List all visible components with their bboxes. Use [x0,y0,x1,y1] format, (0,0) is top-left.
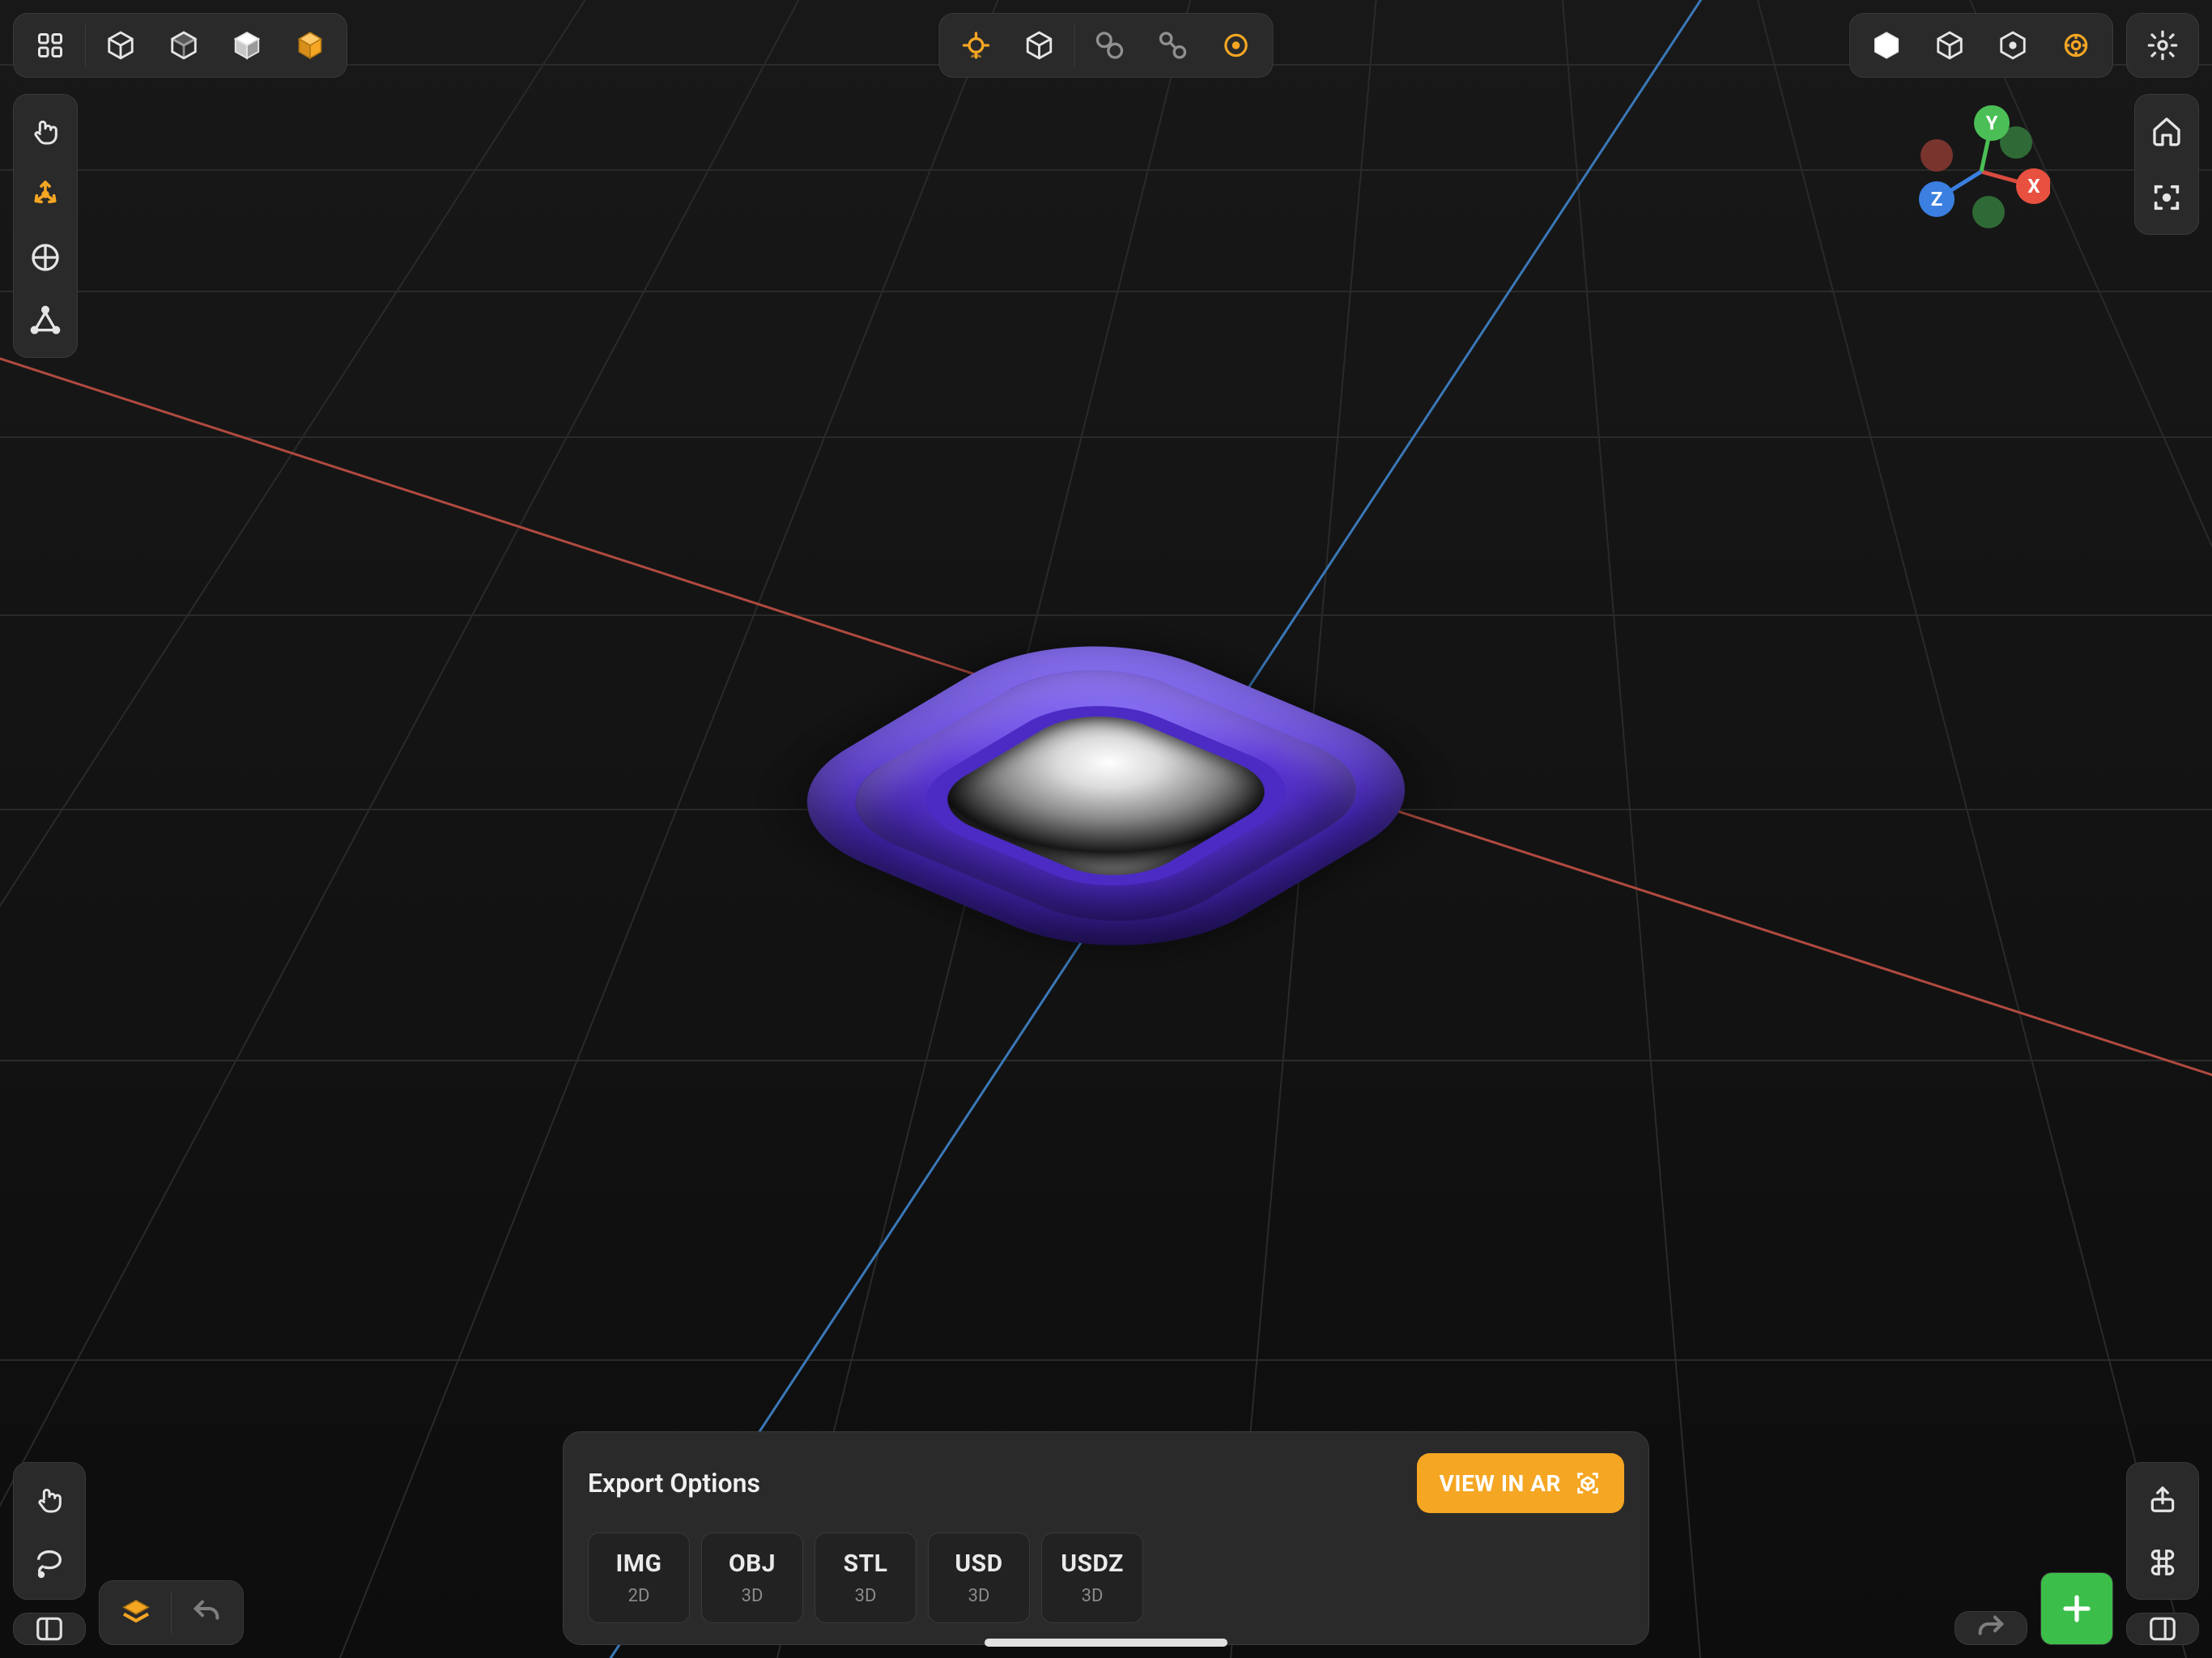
export-panel: Export Options VIEW IN AR IMG 2D OBJ 3D STL 3… [563,1431,1649,1645]
view-in-ar-label: VIEW IN AR [1440,1470,1561,1497]
gear-icon [2146,29,2179,62]
select-pivot-button[interactable] [1205,14,1268,77]
format-dim: 2D [628,1586,650,1606]
frame-view-button[interactable] [2135,166,2198,229]
export-format-obj[interactable]: OBJ 3D [701,1533,803,1623]
toolbar-left-tools [13,94,78,358]
axis-z-label: Z [1931,188,1943,210]
toolbar-shading-presets [1849,13,2113,78]
axis-gizmo[interactable]: X Y Z [1912,99,2050,236]
home-view-button[interactable] [2135,100,2198,163]
layers-button[interactable] [104,1581,168,1644]
viewport-3d[interactable] [0,0,2212,1658]
format-dim: 3D [968,1586,990,1606]
toolbar-right-view [2134,94,2199,235]
toolbar-share-cmd [2126,1462,2199,1600]
home-indicator [985,1639,1227,1647]
display-solid-button[interactable] [215,14,279,77]
toolbar-top-left [13,13,347,78]
move-tool-button[interactable] [14,100,77,163]
display-shaded-button[interactable] [152,14,215,77]
display-rendered-button[interactable] [279,14,342,77]
settings-panel-button[interactable] [2126,13,2199,78]
transform-tool-button[interactable] [14,163,77,226]
toolbar-nav-gestures [13,1462,86,1600]
format-dim: 3D [855,1586,877,1606]
axis-x-label: X [2027,175,2040,198]
shading-preset-2-button[interactable] [1918,14,1981,77]
format-name: IMG [616,1550,662,1578]
display-wireframe-button[interactable] [89,14,152,77]
scale-tool-button[interactable] [14,289,77,352]
rotate-tool-button[interactable] [14,226,77,289]
axis-y-label: Y [1986,112,1998,134]
add-button[interactable] [2040,1572,2113,1645]
format-name: USDZ [1061,1550,1124,1578]
shading-preset-3-button[interactable] [1981,14,2044,77]
format-dim: 3D [742,1586,764,1606]
toolbar-selection-mode [939,13,1274,78]
select-chain-button[interactable] [1142,14,1205,77]
export-format-usd[interactable]: USD 3D [928,1533,1030,1623]
ar-cube-icon [1574,1469,1602,1497]
lasso-select-button[interactable] [18,1531,81,1594]
panel-toggle-left[interactable] [13,1613,86,1645]
select-cube-button[interactable] [1008,14,1071,77]
format-name: STL [844,1550,888,1578]
redo-panel [1955,1611,2027,1645]
shading-preset-1-button[interactable] [1855,14,1918,77]
redo-button[interactable] [1975,1612,2007,1644]
view-in-ar-button[interactable]: VIEW IN AR [1417,1453,1624,1513]
share-button[interactable] [2131,1468,2194,1531]
shading-preset-4-button[interactable] [2044,14,2108,77]
select-object-button[interactable] [945,14,1008,77]
pan-gesture-button[interactable] [18,1468,81,1531]
export-formats: IMG 2D OBJ 3D STL 3D USD 3D USDZ 3D [588,1533,1624,1623]
select-linked-button[interactable] [1078,14,1142,77]
toolbar-history [99,1580,244,1645]
command-button[interactable] [2131,1531,2194,1594]
export-title: Export Options [588,1468,760,1499]
undo-button[interactable] [175,1581,238,1644]
apps-grid-button[interactable] [19,14,82,77]
export-format-usdz[interactable]: USDZ 3D [1041,1533,1143,1623]
format-name: OBJ [729,1550,776,1578]
format-name: USD [955,1550,1002,1578]
panel-toggle-right[interactable] [2126,1613,2199,1645]
format-dim: 3D [1082,1586,1104,1606]
export-format-img[interactable]: IMG 2D [588,1533,690,1623]
export-format-stl[interactable]: STL 3D [815,1533,917,1623]
